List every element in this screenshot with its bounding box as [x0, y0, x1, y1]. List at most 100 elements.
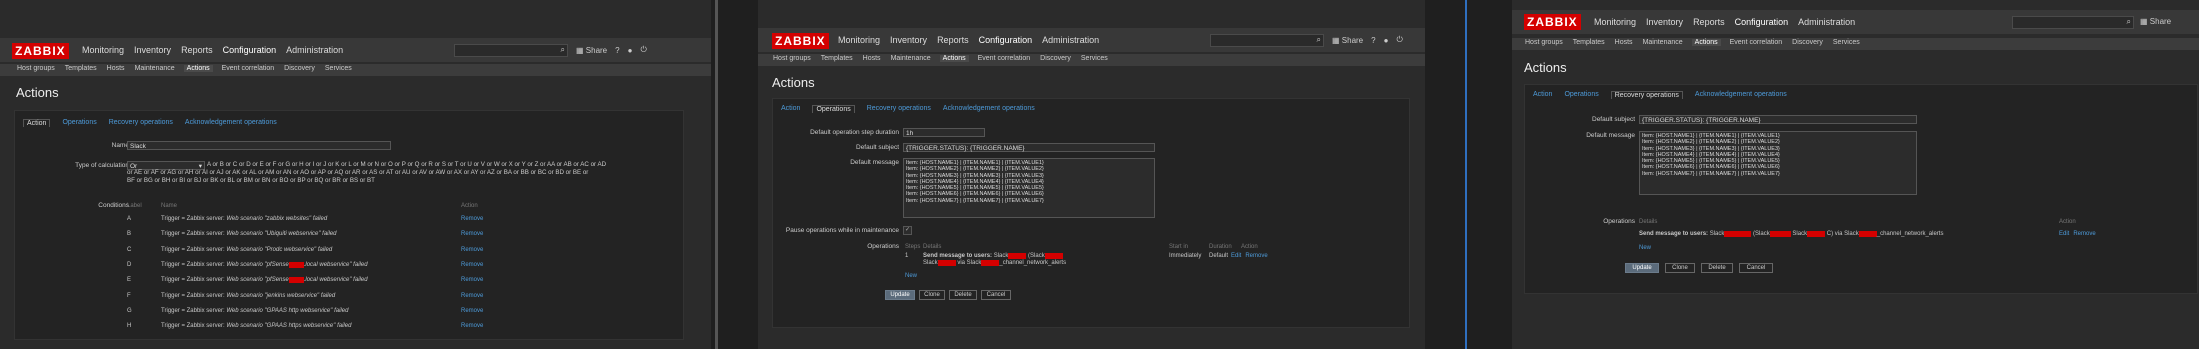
subject-field[interactable]: {TRIGGER.STATUS}: {TRIGGER.NAME}	[903, 143, 1155, 152]
tab-acknowledgement-operations[interactable]: Acknowledgement operations	[943, 105, 1035, 113]
menu-inventory[interactable]: Inventory	[1646, 17, 1683, 27]
submenu-event-correlation[interactable]: Event correlation	[1729, 39, 1784, 46]
delete-button[interactable]: Delete	[1701, 263, 1733, 273]
new-operation-link[interactable]: New	[1639, 245, 1651, 251]
submenu-maintenance[interactable]: Maintenance	[134, 65, 176, 72]
submenu-hosts[interactable]: Hosts	[862, 55, 882, 62]
submenu-templates[interactable]: Templates	[820, 55, 854, 62]
search-input[interactable]: ⌕	[454, 44, 568, 57]
share-icon[interactable]: ▦ Share	[576, 46, 607, 55]
menu-configuration[interactable]: Configuration	[223, 45, 277, 55]
remove-condition-link[interactable]: Remove	[461, 247, 483, 253]
remove-condition-link[interactable]: Remove	[461, 308, 483, 314]
submenu-event-correlation[interactable]: Event correlation	[977, 55, 1032, 62]
clone-button[interactable]: Clone	[919, 290, 945, 300]
submenu-templates[interactable]: Templates	[1572, 39, 1606, 46]
submenu-services[interactable]: Services	[324, 65, 353, 72]
search-icon[interactable]: ⌕	[2127, 17, 2131, 27]
op-remove-link[interactable]: Remove	[2073, 231, 2095, 237]
user-icon[interactable]: ●	[628, 46, 633, 55]
tab-acknowledgement-operations[interactable]: Acknowledgement operations	[185, 119, 277, 127]
remove-condition-link[interactable]: Remove	[461, 293, 483, 299]
search-icon[interactable]: ⌕	[561, 45, 565, 55]
menu-inventory[interactable]: Inventory	[890, 35, 927, 45]
share-icon[interactable]: ▦ Share	[2140, 17, 2171, 26]
remove-condition-link[interactable]: Remove	[461, 323, 483, 329]
tab-operations[interactable]: Operations	[812, 105, 855, 113]
help-icon[interactable]: ?	[615, 46, 619, 55]
search-input[interactable]: ⌕	[1210, 34, 1324, 47]
cancel-button[interactable]: Cancel	[981, 290, 1011, 300]
power-icon[interactable]: ⏻	[1396, 35, 1402, 45]
remove-condition-link[interactable]: Remove	[461, 277, 483, 283]
page-title: Actions	[16, 85, 59, 100]
menu-administration[interactable]: Administration	[1798, 17, 1855, 27]
help-icon[interactable]: ?	[1371, 36, 1375, 45]
submenu-discovery[interactable]: Discovery	[1039, 55, 1072, 62]
submenu-discovery[interactable]: Discovery	[1791, 39, 1824, 46]
search-icon[interactable]: ⌕	[1317, 35, 1321, 45]
user-icon[interactable]: ●	[1384, 36, 1389, 45]
submenu-discovery[interactable]: Discovery	[283, 65, 316, 72]
tab-acknowledgement-operations[interactable]: Acknowledgement operations	[1695, 91, 1787, 99]
pause-checkbox[interactable]: ✓	[903, 226, 912, 235]
message-field[interactable]: Item: {HOST.NAME1} | {ITEM.NAME1} | {ITE…	[903, 158, 1155, 218]
subject-field[interactable]: {TRIGGER.STATUS}: {TRIGGER.NAME}	[1639, 115, 1917, 124]
cancel-button[interactable]: Cancel	[1739, 263, 1773, 273]
submenu-hosts[interactable]: Hosts	[1614, 39, 1634, 46]
menu-reports[interactable]: Reports	[1693, 17, 1725, 27]
tab-action[interactable]: Action	[23, 119, 51, 127]
remove-condition-link[interactable]: Remove	[461, 262, 483, 268]
update-button[interactable]: Update	[1625, 263, 1659, 273]
tab-recovery-operations[interactable]: Recovery operations	[109, 119, 173, 127]
name-label: Name	[111, 142, 129, 149]
menu-configuration[interactable]: Configuration	[1735, 17, 1789, 27]
tab-action[interactable]: Action	[781, 105, 800, 113]
update-button[interactable]: Update	[885, 290, 915, 300]
submenu-host-groups[interactable]: Host groups	[16, 65, 56, 72]
menu-administration[interactable]: Administration	[1042, 35, 1099, 45]
share-icon[interactable]: ▦ Share	[1332, 36, 1363, 45]
name-field[interactable]: Slack	[127, 141, 391, 150]
submenu-actions[interactable]: Actions	[939, 55, 969, 62]
message-field[interactable]: Item: {HOST.NAME1} | {ITEM.NAME1} | {ITE…	[1639, 131, 1917, 195]
menu-configuration[interactable]: Configuration	[979, 35, 1033, 45]
menu-reports[interactable]: Reports	[181, 45, 213, 55]
remove-condition-link[interactable]: Remove	[461, 231, 483, 237]
submenu-services[interactable]: Services	[1080, 55, 1109, 62]
power-icon[interactable]: ⏻	[640, 45, 646, 55]
submenu-templates[interactable]: Templates	[64, 65, 98, 72]
submenu-actions[interactable]: Actions	[1691, 39, 1721, 46]
menu-reports[interactable]: Reports	[937, 35, 969, 45]
submenu-event-correlation[interactable]: Event correlation	[221, 65, 276, 72]
submenu-services[interactable]: Services	[1832, 39, 1861, 46]
tab-operations[interactable]: Operations	[62, 119, 96, 127]
tab-operations[interactable]: Operations	[1564, 91, 1598, 99]
submenu-hosts[interactable]: Hosts	[106, 65, 126, 72]
new-operation-link[interactable]: New	[905, 273, 917, 279]
sub-navigation: Host groups Templates Hosts Maintenance …	[758, 54, 1425, 66]
tab-recovery-operations[interactable]: Recovery operations	[1610, 91, 1683, 99]
menu-administration[interactable]: Administration	[286, 45, 343, 55]
search-input[interactable]: ⌕	[2012, 16, 2134, 29]
remove-condition-link[interactable]: Remove	[461, 216, 483, 222]
submenu-host-groups[interactable]: Host groups	[772, 55, 812, 62]
zabbix-logo: ZABBIX	[1524, 14, 1581, 30]
submenu-maintenance[interactable]: Maintenance	[1642, 39, 1684, 46]
menu-inventory[interactable]: Inventory	[134, 45, 171, 55]
delete-button[interactable]: Delete	[949, 290, 977, 300]
submenu-host-groups[interactable]: Host groups	[1524, 39, 1564, 46]
tab-recovery-operations[interactable]: Recovery operations	[867, 105, 931, 113]
op-remove-link[interactable]: Remove	[1245, 253, 1267, 267]
menu-monitoring[interactable]: Monitoring	[82, 45, 124, 55]
redaction: xxxxxxx	[1769, 231, 1791, 237]
tab-action[interactable]: Action	[1533, 91, 1552, 99]
menu-monitoring[interactable]: Monitoring	[1594, 17, 1636, 27]
op-edit-link[interactable]: Edit	[2059, 231, 2069, 237]
op-edit-link[interactable]: Edit	[1231, 253, 1241, 267]
step-duration-field[interactable]: 1h	[903, 128, 985, 137]
submenu-maintenance[interactable]: Maintenance	[890, 55, 932, 62]
clone-button[interactable]: Clone	[1665, 263, 1695, 273]
submenu-actions[interactable]: Actions	[183, 65, 213, 72]
menu-monitoring[interactable]: Monitoring	[838, 35, 880, 45]
